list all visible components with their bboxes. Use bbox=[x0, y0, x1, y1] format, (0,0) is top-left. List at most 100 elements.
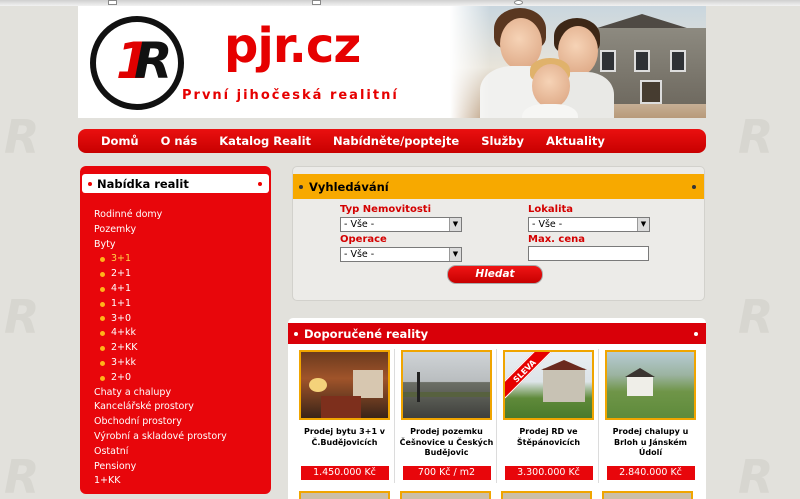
select-value: - Vše - bbox=[344, 249, 375, 260]
listing-price: 3.300.000 Kč bbox=[504, 466, 593, 480]
bullet-icon bbox=[100, 331, 105, 337]
bullet-icon bbox=[294, 331, 298, 336]
sidebar-item-label: 4+kk bbox=[111, 327, 137, 339]
site-header: 1 R pjr.cz První jihočeská realitní bbox=[78, 6, 706, 118]
listing-card[interactable]: Prodej pozemku Češnovice u Českých Buděj… bbox=[396, 349, 497, 483]
operation-select[interactable]: - Vše - ▼ bbox=[340, 247, 462, 262]
listing-card[interactable]: Prodej bytu 3+1 v Č.Budějovicích 1.450.0… bbox=[294, 349, 395, 483]
listing-title[interactable]: Prodej pozemku Češnovice u Českých Buděj… bbox=[396, 427, 497, 458]
nav-services[interactable]: Služby bbox=[470, 134, 535, 148]
location-select[interactable]: - Vše - ▼ bbox=[528, 217, 650, 232]
bullet-icon bbox=[100, 375, 105, 381]
watermark-r: R bbox=[738, 450, 773, 499]
bullet-icon bbox=[692, 185, 696, 189]
site-tagline: První jihočeská realitní bbox=[182, 88, 399, 103]
watermark-r: R bbox=[738, 110, 773, 164]
sidebar-item-label: 2+0 bbox=[111, 371, 132, 383]
recommended-panel-title: Doporučené reality bbox=[304, 326, 429, 341]
bullet-icon bbox=[100, 286, 105, 292]
sidebar-item[interactable]: Výrobní a skladové prostory bbox=[94, 430, 271, 445]
listing-photo[interactable] bbox=[400, 491, 491, 499]
bullet-icon bbox=[100, 257, 105, 263]
sidebar-item[interactable]: Pensiony bbox=[94, 460, 271, 475]
sidebar-subitem[interactable]: 1+1 bbox=[94, 297, 271, 312]
listing-price: 1.450.000 Kč bbox=[300, 466, 389, 480]
listing-photo-cottage[interactable] bbox=[605, 350, 696, 420]
listing-photo-apartment[interactable] bbox=[299, 350, 390, 420]
header-family-photo bbox=[450, 6, 706, 118]
chevron-down-icon: ▼ bbox=[449, 218, 461, 231]
bullet-icon bbox=[100, 316, 105, 322]
sidebar-list: Rodinné domy Pozemky Byty 3+1 2+1 4+1 1+… bbox=[80, 193, 271, 489]
listing-card[interactable]: SLEVA Prodej RD ve Štěpánovicích 3.300.0… bbox=[498, 349, 599, 483]
bullet-icon bbox=[299, 184, 303, 189]
bullet-icon bbox=[694, 332, 698, 336]
search-panel-title: Vyhledávání bbox=[309, 179, 389, 194]
site-title: pjr.cz bbox=[224, 18, 361, 74]
sidebar-item-label: Rodinné domy bbox=[94, 209, 163, 220]
sidebar-subitem[interactable]: 3+1 bbox=[94, 252, 271, 267]
recommended-panel: Doporučené reality Prodej bytu 3+1 v Č.B… bbox=[288, 318, 706, 499]
nav-about[interactable]: O nás bbox=[150, 134, 209, 148]
max-price-label: Max. cena bbox=[528, 234, 586, 245]
recommended-panel-header: Doporučené reality bbox=[288, 323, 706, 344]
sidebar-subitem[interactable]: 2+KK bbox=[94, 341, 271, 356]
listing-title[interactable]: Prodej bytu 3+1 v Č.Budějovicích bbox=[294, 427, 395, 458]
watermark-r: R bbox=[4, 290, 39, 344]
sidebar-item[interactable]: Obchodní prostory bbox=[94, 415, 271, 430]
sidebar-subitem[interactable]: 4+kk bbox=[94, 326, 271, 341]
sidebar-item-label: Pozemky bbox=[94, 223, 137, 235]
logo[interactable]: 1 R bbox=[90, 16, 184, 110]
sidebar-item[interactable]: Ostatní bbox=[94, 445, 271, 460]
listing-photo[interactable] bbox=[299, 491, 390, 499]
sidebar-item[interactable]: Rodinné domy bbox=[94, 208, 271, 223]
watermark-r: R bbox=[4, 110, 39, 164]
listing-photo-house[interactable]: SLEVA bbox=[503, 350, 594, 420]
sidebar-subitem[interactable]: 4+1 bbox=[94, 282, 271, 297]
bullet-icon bbox=[88, 181, 92, 186]
watermark-r: R bbox=[4, 450, 39, 499]
chevron-down-icon: ▼ bbox=[449, 248, 461, 261]
nav-home[interactable]: Domů bbox=[90, 134, 150, 148]
select-value: - Vše - bbox=[532, 219, 563, 230]
watermark-r: R bbox=[738, 290, 773, 344]
sidebar-item[interactable]: 1+KK bbox=[94, 474, 271, 489]
listing-photo[interactable] bbox=[602, 491, 693, 499]
operation-label: Operace bbox=[340, 234, 387, 245]
nav-catalog[interactable]: Katalog Realit bbox=[208, 134, 322, 148]
listing-price: 700 Kč / m2 bbox=[402, 466, 491, 480]
sidebar-item-label: 2+1 bbox=[111, 268, 132, 280]
sidebar-item-label: 1+1 bbox=[111, 297, 132, 309]
search-button[interactable]: Hledat bbox=[447, 265, 543, 284]
sidebar-item-label: Pensiony bbox=[94, 460, 137, 472]
bullet-icon bbox=[100, 360, 105, 366]
sidebar-item[interactable]: Byty bbox=[94, 238, 271, 253]
listing-photo-land[interactable] bbox=[401, 350, 492, 420]
search-panel: Vyhledávání Typ Nemovitosti - Vše - ▼ Lo… bbox=[292, 166, 705, 301]
sidebar-subitem[interactable]: 2+1 bbox=[94, 267, 271, 282]
listing-title[interactable]: Prodej RD ve Štěpánovicích bbox=[498, 427, 599, 458]
property-type-select[interactable]: - Vše - ▼ bbox=[340, 217, 462, 232]
sidebar-item-label: Byty bbox=[94, 238, 116, 250]
sidebar-subitem[interactable]: 3+kk bbox=[94, 356, 271, 371]
bullet-icon bbox=[100, 301, 105, 307]
bullet-icon bbox=[258, 182, 262, 186]
sidebar-item[interactable]: Pozemky bbox=[94, 223, 271, 238]
sidebar-subitem[interactable]: 2+0 bbox=[94, 371, 271, 386]
property-type-label: Typ Nemovitosti bbox=[340, 204, 431, 215]
bullet-icon bbox=[100, 272, 105, 278]
sidebar-item-label: 4+1 bbox=[111, 282, 132, 294]
max-price-input[interactable] bbox=[528, 246, 649, 261]
nav-news[interactable]: Aktuality bbox=[535, 134, 616, 148]
sidebar-item-label: Výrobní a skladové prostory bbox=[94, 430, 227, 442]
search-panel-header: Vyhledávání bbox=[293, 174, 704, 199]
listing-card[interactable]: Prodej chalupy u Brloh u Jánském Údolí 2… bbox=[600, 349, 701, 483]
listing-photo[interactable] bbox=[501, 491, 592, 499]
listing-price: 2.840.000 Kč bbox=[606, 466, 695, 480]
sidebar-subitem[interactable]: 3+0 bbox=[94, 312, 271, 327]
chevron-down-icon: ▼ bbox=[637, 218, 649, 231]
sidebar-item[interactable]: Kancelářské prostory bbox=[94, 400, 271, 415]
sidebar-item[interactable]: Chaty a chalupy bbox=[94, 386, 271, 401]
nav-offer[interactable]: Nabídněte/poptejte bbox=[322, 134, 470, 148]
listing-title[interactable]: Prodej chalupy u Brloh u Jánském Údolí bbox=[600, 427, 701, 458]
